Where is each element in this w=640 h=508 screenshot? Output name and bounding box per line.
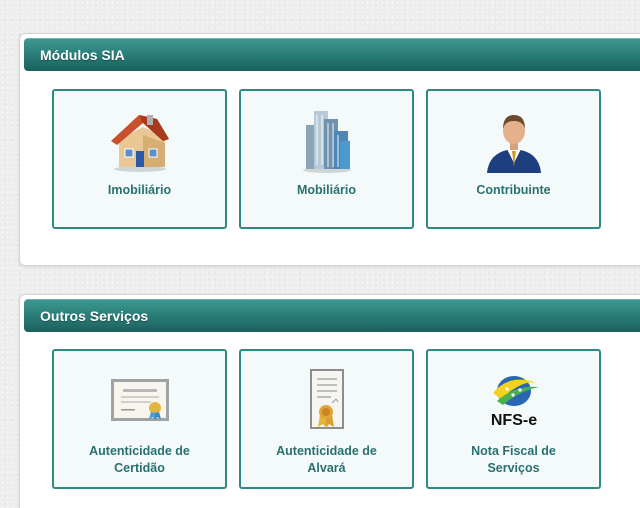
house-icon [110, 115, 169, 172]
tile-imobiliario[interactable]: Imobiliário [52, 89, 227, 229]
panel-title: Módulos SIA [40, 47, 125, 63]
tile-label-line1-text: Autenticidade de [276, 444, 377, 458]
outros-servicos-header: Outros Serviços [24, 299, 640, 332]
tile-label-line2-text: Certidão [114, 461, 165, 475]
nfse-logo-text: NFS-e [490, 412, 536, 429]
tile-autenticidade-alvara[interactable]: Autenticidade de Alvará [239, 349, 414, 489]
tile-label: Contribuinte [476, 183, 551, 197]
modulos-sia-header: Módulos SIA [24, 38, 640, 71]
license-document-icon [309, 369, 344, 429]
certificate-icon [110, 379, 169, 421]
nfse-logo-icon: NFS-e [490, 376, 539, 429]
tile-autenticidade-certidao[interactable]: Autenticidade de Certidão [52, 349, 227, 489]
businessman-icon [486, 115, 541, 173]
tile-label-line1: Nota Fiscal de Serviços [434, 443, 593, 477]
tile-label: Imobiliário [107, 183, 172, 197]
panel-title: Outros Serviços [40, 308, 149, 324]
tile-nota-fiscal-servicos[interactable]: NFS-e Nota Fiscal de Serviços [426, 349, 601, 489]
tile-label-line1: Autenticidade de Alvará [247, 443, 406, 477]
tile-label: Mobiliário [296, 183, 357, 197]
tile-mobiliario[interactable]: Mobiliário [239, 89, 414, 229]
tile-label-line1-text: Nota Fiscal de [471, 444, 556, 458]
tile-label-line2-text: Alvará [307, 461, 346, 475]
tile-label-line1-text: Autenticidade de [89, 444, 190, 458]
tile-contribuinte[interactable]: Contribuinte [426, 89, 601, 229]
tile-label-line2-text: Serviços [487, 461, 540, 475]
tile-label-line1: Autenticidade de Certidão [60, 443, 219, 477]
buildings-icon [302, 111, 351, 173]
